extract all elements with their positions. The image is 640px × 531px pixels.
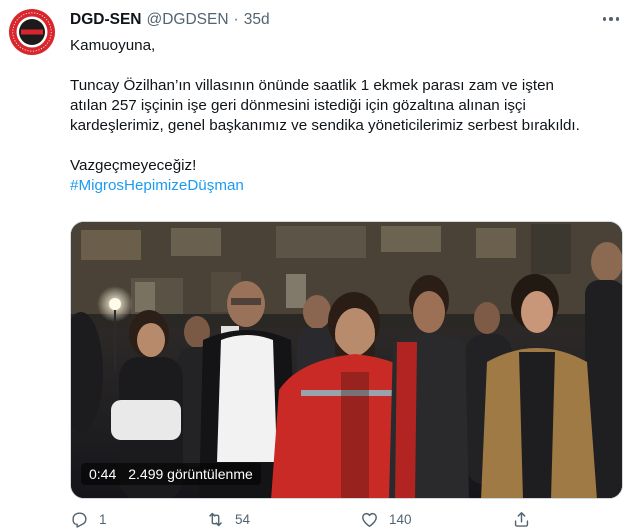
video-frame <box>71 222 622 498</box>
video-info-overlay: 0:44 2.499 görüntülenme <box>81 463 261 485</box>
dgd-sen-logo <box>9 9 55 55</box>
retweet-button[interactable]: 54 <box>206 510 250 529</box>
share-button[interactable] <box>512 510 531 529</box>
reply-icon <box>72 512 87 528</box>
timestamp[interactable]: 35d <box>244 11 270 29</box>
more-dot <box>609 17 613 21</box>
hashtag-link[interactable]: #MigrosHepimizeDüşman <box>70 177 244 194</box>
reply-button[interactable]: 1 <box>70 510 107 529</box>
tweet-line: Kamuoyuna, <box>70 37 156 54</box>
user-handle[interactable]: @DGDSEN <box>146 11 228 29</box>
tweet-line: Vazgeçmeyeceğiz! <box>70 157 197 174</box>
tweet-text: Kamuoyuna, Tuncay Özilhan’ın villasının … <box>70 36 630 196</box>
like-count: 140 <box>389 512 412 527</box>
tweet-actions: 1 54 140 <box>70 510 590 531</box>
heart-icon <box>362 512 377 527</box>
tweet-line: kardeşlerimiz, genel başkanımız ve sendi… <box>70 117 580 134</box>
video-views: 2.499 görüntülenme <box>128 466 253 482</box>
more-dot <box>602 17 607 21</box>
tweet: DGD-SEN @DGDSEN · 35d Kamuoyuna, Tuncay … <box>0 0 640 531</box>
retweet-icon <box>209 512 222 527</box>
separator-dot: · <box>233 11 239 28</box>
like-button[interactable]: 140 <box>360 510 412 529</box>
video-player[interactable]: 0:44 2.499 görüntülenme <box>70 221 623 499</box>
video-duration: 0:44 <box>89 466 117 482</box>
more-icon[interactable] <box>598 10 624 28</box>
share-icon <box>514 512 529 527</box>
more-dot <box>615 17 620 21</box>
tweet-line: Tuncay Özilhan’ın villasının önünde saat… <box>70 77 554 94</box>
display-name[interactable]: DGD-SEN <box>70 11 141 29</box>
tweet-header: DGD-SEN @DGDSEN · 35d <box>70 9 600 31</box>
tweet-line: atılan 257 işçinin işe geri dönmesini is… <box>70 97 526 114</box>
avatar[interactable] <box>8 8 56 56</box>
retweet-count: 54 <box>235 512 251 527</box>
reply-count: 1 <box>99 512 107 527</box>
